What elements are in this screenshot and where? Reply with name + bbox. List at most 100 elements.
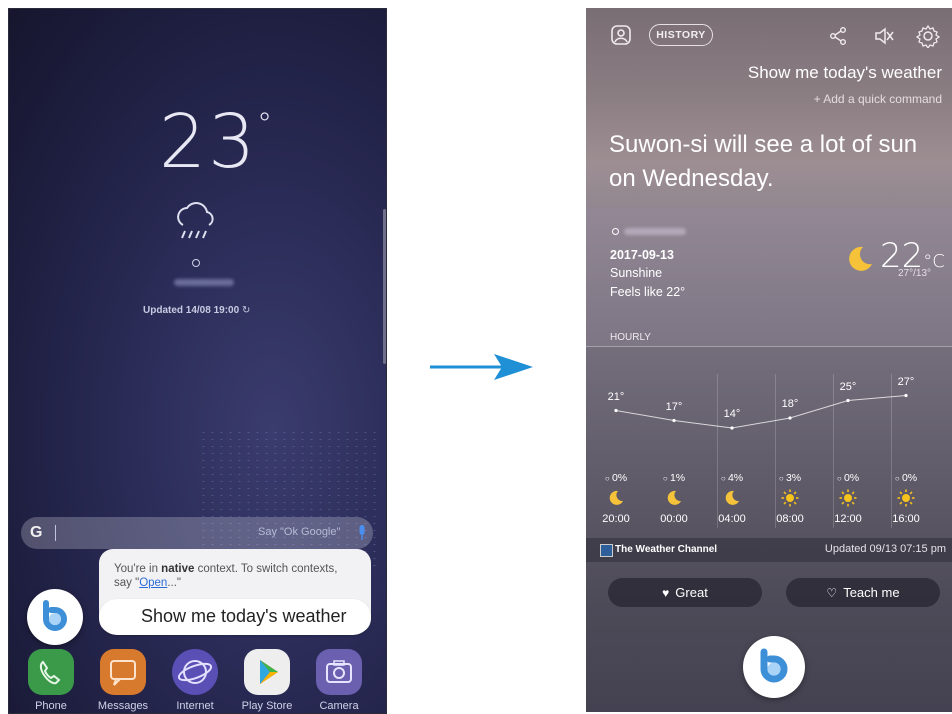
dock-app-messages[interactable]: Messages [87,649,159,712]
hourly-forecast: 21° ○ 0% 20:00 17° ○ 1% 00:00 14° ○ 4% 04:00 18° ○… [586,346,952,528]
bixby-icon [760,648,788,683]
sun-icon [839,489,857,507]
weather-source-name: The Weather Channel [615,544,718,555]
bixby-icon [43,600,67,631]
hourly-rain-chance: ○ 0% [819,472,877,484]
messages-icon [100,649,146,695]
mute-icon[interactable] [873,26,895,46]
great-feedback-button[interactable]: ♥ Great [608,578,762,607]
profile-icon[interactable] [610,24,632,46]
add-quick-command-link[interactable]: + Add a quick command [814,92,942,106]
hourly-rain-chance: ○ 4% [703,472,761,484]
context-text-prefix: You're in [114,563,162,575]
moon-icon [849,246,872,271]
rain-value: 4% [727,472,744,484]
great-label: Great [675,585,708,600]
rain-value: 0% [901,472,918,484]
context-name: native [161,563,195,575]
temperature-value: 23 [159,99,258,185]
raindrop-icon: ○ [778,474,786,483]
search-cursor [55,525,56,541]
moon-icon [725,490,739,505]
temperature-point [730,426,734,430]
transition-arrow [430,354,533,380]
rain-value: 0% [843,472,860,484]
location-pin-icon [192,259,200,267]
dock-label-internet: Internet [176,700,214,712]
bixby-button[interactable] [27,589,83,645]
rain-value: 0% [611,472,628,484]
updated-label: Updated 14/08 19:00 [143,305,240,316]
open-link[interactable]: Open [139,577,167,589]
hourly-rain-chance: ○ 3% [761,472,819,484]
sun-icon [781,489,799,507]
play-store-icon [244,649,290,695]
phone-icon [28,649,74,695]
rain-cloud-icon [177,202,214,239]
weather-updated-text: Updated 14/08 19:00 ↻ [143,305,250,316]
dock-app-play-store[interactable]: Play Store [231,649,303,712]
temperature-point [672,418,676,423]
hourly-rain-chance: ○ 0% [587,472,645,484]
hourly-time: 12:00 [834,513,862,525]
voice-command-text: Show me today's weather [141,606,347,626]
raindrop-icon: ○ [836,474,844,483]
temperature-point [846,398,850,403]
weather-updated-time: Updated 09/13 07:15 pm [824,543,946,555]
weather-source-bar: The Weather Channel Updated 09/13 07:15 … [586,538,952,562]
hourly-time: 16:00 [892,513,920,525]
user-query: Show me today's weather [747,63,942,82]
bixby-button[interactable] [743,636,805,698]
feels-like: Feels like 22° [610,285,686,299]
bixby-answer: Suwon-si will see a lot of sun on Wednes… [609,131,918,192]
hourly-temp: 21° [607,390,625,403]
internet-icon [172,649,218,695]
moon-icon [609,490,623,505]
weather-date: 2017-09-13 [610,248,674,262]
degree-symbol: ° [257,107,275,142]
sun-icon [897,489,915,507]
teach-me-label: Teach me [843,585,900,600]
refresh-icon[interactable]: ↻ [242,305,250,316]
hourly-temp: 18° [781,398,799,410]
raindrop-icon: ○ [662,474,670,483]
share-icon[interactable] [828,26,848,46]
hourly-time: 04:00 [718,513,746,525]
weather-card[interactable]: 2017-09-13 Sunshine Feels like 22° 22°C … [586,208,952,346]
teach-me-button[interactable]: ♡ Teach me [786,578,940,607]
bixby-weather-screen: HISTORY Show me today's weather + Add a … [586,8,952,712]
google-search-bar[interactable]: G Say "Ok Google" [21,517,373,549]
hourly-temp: 17° [665,400,683,413]
dock-app-phone[interactable]: Phone [15,649,87,712]
location-pin-icon [612,228,619,235]
context-text-suffix: ..." [167,577,181,589]
home-screen: 23° Updated 14/08 19:00 ↻ G Say "Ok Goog… [8,8,387,714]
rain-value: 3% [785,472,802,484]
dock-app-internet[interactable]: Internet [159,649,231,712]
camera-icon [316,649,362,695]
weather-widget-temperature[interactable]: 23° [159,99,274,185]
voice-command-chip[interactable]: Show me today's weather [99,599,371,635]
google-logo: G [30,524,43,541]
heart-outline-icon: ♡ [826,586,838,600]
weather-channel-logo [600,544,613,557]
hourly-rain-chance: ○ 1% [645,472,703,484]
edge-panel-handle[interactable] [383,209,386,364]
dock-label-camera: Camera [319,700,359,712]
temp-range: 27°/13° [898,268,932,279]
weather-condition: Sunshine [610,266,663,280]
app-dock: Phone Messages Internet Play Store Camer… [9,649,386,713]
dock-label-messages: Messages [97,700,149,712]
mic-icon[interactable] [358,525,366,541]
hourly-temp: 27° [897,375,915,388]
context-message: You're in native context. To switch cont… [114,562,354,590]
dock-label-phone: Phone [35,700,67,712]
rain-value: 1% [669,472,686,484]
hourly-label: HOURLY [610,332,651,343]
temperature-point [614,408,618,413]
hourly-time: 00:00 [660,513,688,525]
raindrop-icon: ○ [894,474,902,483]
history-button[interactable]: HISTORY [649,24,713,46]
dock-app-camera[interactable]: Camera [303,649,375,712]
settings-gear-icon[interactable] [916,24,940,48]
